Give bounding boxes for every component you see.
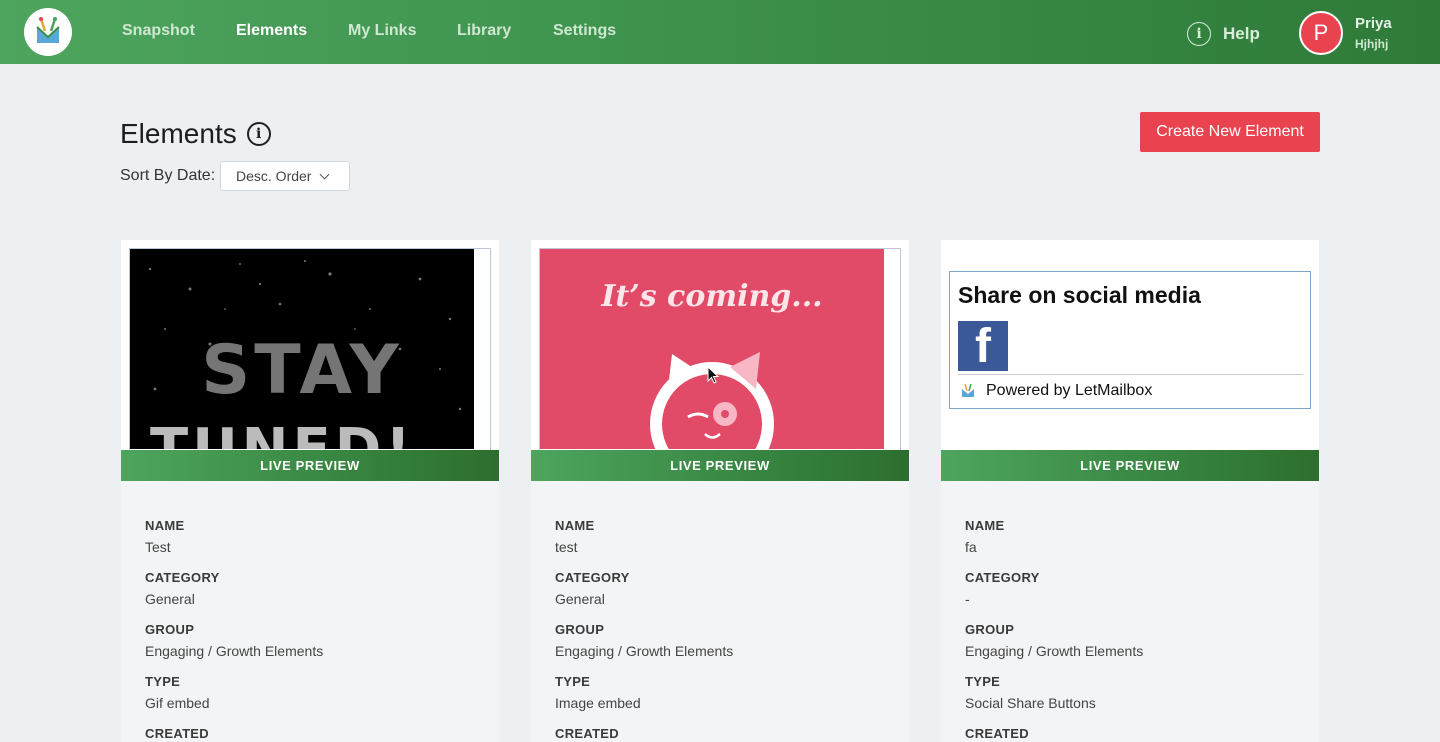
field-label: NAME [555,518,595,533]
nav-snapshot[interactable]: Snapshot [122,22,195,40]
field-value: test [555,539,578,555]
field-label: TYPE [145,674,181,689]
field-label: NAME [145,518,185,533]
sort-label: Sort By Date: [120,167,216,184]
element-card: It’s coming... LIVE PREVIEW NAME test CA… [531,240,909,742]
field-value: Test [145,539,171,555]
nav-my-links[interactable]: My Links [348,22,416,40]
sort-order-select[interactable]: Desc. Order [220,161,350,191]
element-card: Share on social media f Powered by LetMa… [941,240,1319,742]
live-preview-button[interactable]: LIVE PREVIEW [531,450,909,481]
field-value: Social Share Buttons [965,695,1096,711]
nav-library[interactable]: Library [457,22,511,40]
top-navbar: Snapshot Elements My Links Library Setti… [0,0,1440,64]
nav-elements[interactable]: Elements [236,22,307,40]
field-value: fa [965,539,977,555]
mouse-cursor-icon [707,366,720,384]
title-info-icon[interactable]: i [246,122,271,146]
social-title: Share on social media [958,282,1201,308]
coming-image: It’s coming... [540,249,884,449]
field-label: GROUP [145,622,195,637]
field-value: Image embed [555,695,641,711]
info-icon: i [1187,22,1211,46]
facebook-icon[interactable]: f [958,321,1008,371]
divider [958,374,1303,375]
field-label: CREATED [145,726,209,741]
field-label: GROUP [965,622,1015,637]
help-label: Help [1223,24,1260,43]
user-name[interactable]: Priya [1355,15,1392,32]
field-label: CREATED [555,726,619,741]
card-fields: NAME fa CATEGORY - GROUP Engaging / Grow… [965,518,1143,742]
card-fields: NAME Test CATEGORY General GROUP Engagin… [145,518,323,742]
page-title: Elements [120,118,237,149]
tuned-text: TUNED! [150,417,415,449]
social-share-widget: Share on social media f Powered by LetMa… [949,271,1311,409]
field-label: TYPE [555,674,591,689]
field-value: Engaging / Growth Elements [145,643,324,659]
user-avatar[interactable]: P [1299,11,1343,55]
sort-order-value: Desc. Order [236,168,312,184]
cat-icon [650,352,774,449]
field-value: Engaging / Growth Elements [965,643,1144,659]
field-value: General [145,591,195,607]
live-preview-button[interactable]: LIVE PREVIEW [941,450,1319,481]
field-value: General [555,591,605,607]
powered-by-text: Powered by LetMailbox [986,382,1153,399]
letmailbox-logo-icon [962,383,974,397]
field-value: Engaging / Growth Elements [555,643,734,659]
field-label: CATEGORY [965,570,1040,585]
nav-settings[interactable]: Settings [553,22,616,40]
field-value: Gif embed [145,695,210,711]
card-preview: STAY TUNED! [121,240,499,450]
powered-by: Powered by LetMailbox [960,382,1152,400]
field-value: - [965,591,970,607]
card-preview: Share on social media f Powered by LetMa… [941,240,1319,450]
field-label: CATEGORY [145,570,220,585]
card-fields: NAME test CATEGORY General GROUP Engagin… [555,518,733,742]
create-new-element-button[interactable]: Create New Element [1140,112,1320,152]
field-label: CREATED [965,726,1029,741]
user-subtitle: Hjhjhj [1355,37,1389,51]
field-label: GROUP [555,622,605,637]
stay-text: STAY [201,331,403,410]
field-label: TYPE [965,674,1001,689]
help-link[interactable]: i Help [1187,22,1260,46]
element-card: STAY TUNED! LIVE PREVIEW NAME Test CATEG… [121,240,499,742]
field-label: CATEGORY [555,570,630,585]
chevron-down-icon [320,169,330,179]
facebook-glyph: f [975,321,991,371]
field-label: NAME [965,518,1005,533]
stay-tuned-gif: STAY TUNED! [130,249,474,449]
card-preview: It’s coming... [531,240,909,450]
page-title-row: Elements i [120,118,271,150]
live-preview-button[interactable]: LIVE PREVIEW [121,450,499,481]
app-logo[interactable] [24,8,72,56]
logo-icon [36,17,60,43]
